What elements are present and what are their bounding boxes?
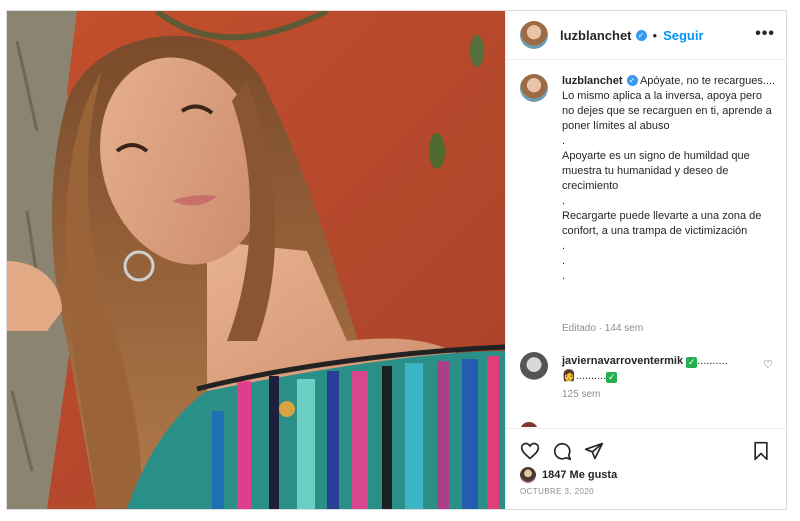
caption-meta: Editado · 144 sem <box>562 323 644 334</box>
post-header: luzblanchet ✓ • Seguir ••• <box>506 11 787 60</box>
post-modal: luzblanchet ✓ • Seguir ••• luzblanchet ✓ … <box>6 10 787 510</box>
share-icon[interactable] <box>584 441 604 466</box>
more-options-icon[interactable]: ••• <box>755 25 775 43</box>
person-emoji-icon: 👩 <box>562 370 576 382</box>
comment-dots-2: .......... <box>575 370 607 382</box>
comment-icon[interactable] <box>552 441 572 466</box>
liker-avatar <box>520 467 536 483</box>
post-side-panel: luzblanchet ✓ • Seguir ••• luzblanchet ✓ … <box>505 11 787 509</box>
comment-meta: 125 sem <box>562 389 601 400</box>
likes-row[interactable]: 1847 Me gusta <box>520 467 617 483</box>
comment-dots-1: .......... <box>697 355 728 367</box>
small-heart-icon[interactable]: ♡ <box>763 358 773 371</box>
comment-text: javiernavarroventermik ✓.......... 👩....… <box>562 354 762 384</box>
commenter-username[interactable]: javiernavarroventermik <box>562 355 683 367</box>
author-avatar[interactable] <box>520 21 548 49</box>
follow-button[interactable]: Seguir <box>663 28 703 43</box>
verified-badge-icon: ✓ <box>635 29 647 41</box>
post-date[interactable]: OCTUBRE 3, 2020 <box>520 487 594 496</box>
check-emoji-icon: ✓ <box>686 357 698 368</box>
author-username[interactable]: luzblanchet <box>560 28 632 43</box>
post-photo[interactable] <box>7 11 505 509</box>
comments-list[interactable]: luzblanchet ✓ Apóyate, no te recargues...… <box>506 60 787 427</box>
bookmark-icon[interactable] <box>752 441 770 466</box>
caption-username[interactable]: luzblanchet <box>562 75 623 87</box>
check-emoji-icon: ✓ <box>606 372 618 383</box>
commenter-avatar[interactable] <box>520 352 548 380</box>
likes-count[interactable]: 1847 Me gusta <box>542 469 617 481</box>
next-comment-partial <box>520 422 720 427</box>
caption-avatar[interactable] <box>520 74 548 102</box>
action-bar <box>506 428 787 469</box>
caption-text: luzblanchet ✓ Apóyate, no te recargues...… <box>562 74 777 284</box>
separator-dot: • <box>652 27 658 43</box>
heart-icon[interactable] <box>520 441 540 466</box>
caption-body: Apóyate, no te recargues.... Lo mismo ap… <box>562 75 776 282</box>
verified-badge-icon: ✓ <box>626 75 638 86</box>
